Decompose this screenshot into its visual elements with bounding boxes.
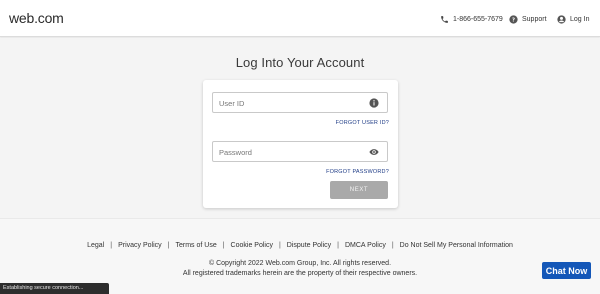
web-com-logo[interactable]: web.com: [9, 10, 64, 26]
footer-separator: |: [337, 242, 339, 249]
footer-link-terms-of-use[interactable]: Terms of Use: [175, 242, 216, 249]
svg-text:?: ?: [512, 17, 515, 23]
top-navigation-bar: web.com 1-866-655-7679 ? Support Log In: [0, 0, 600, 37]
login-section: Log Into Your Account FORGOT USER ID? FO…: [0, 38, 600, 218]
forgot-password-link[interactable]: FORGOT PASSWORD?: [326, 169, 389, 175]
footer-separator: |: [167, 242, 170, 249]
footer-separator: |: [110, 242, 113, 249]
footer-links: Legal | Privacy Policy | Terms of Use | …: [0, 242, 600, 249]
support-label: Support: [522, 15, 547, 23]
footer-link-privacy-policy[interactable]: Privacy Policy: [118, 242, 162, 249]
page-title: Log Into Your Account: [235, 55, 365, 70]
user-id-input[interactable]: [213, 94, 363, 113]
browser-status-bar: Establishing secure connection...: [0, 283, 109, 294]
phone-icon: [440, 15, 449, 24]
login-link[interactable]: Log In: [557, 12, 589, 26]
phone-link[interactable]: 1-866-655-7679: [440, 12, 503, 26]
eye-icon[interactable]: [369, 147, 379, 157]
next-button[interactable]: NEXT: [330, 181, 388, 199]
footer-link-dispute-policy[interactable]: Dispute Policy: [287, 242, 331, 249]
password-field[interactable]: [212, 141, 388, 162]
password-input[interactable]: [213, 143, 363, 162]
user-circle-icon: [557, 14, 566, 24]
footer-separator: |: [391, 242, 394, 249]
support-link[interactable]: ? Support: [509, 12, 547, 26]
trademarks-text: All registered trademarks herein are the…: [182, 270, 418, 277]
forgot-user-id-link[interactable]: FORGOT USER ID?: [336, 120, 389, 126]
copyright-text: © Copyright 2022 Web.com Group, Inc. All…: [208, 260, 392, 267]
footer-link-cookie-policy[interactable]: Cookie Policy: [231, 242, 273, 249]
phone-number: 1-866-655-7679: [453, 15, 503, 23]
footer-link-dmca-policy[interactable]: DMCA Policy: [345, 242, 386, 249]
login-label: Log In: [570, 15, 590, 23]
help-circle-icon: ?: [509, 14, 518, 24]
chat-now-button[interactable]: Chat Now: [542, 262, 591, 279]
footer-separator: |: [222, 242, 225, 249]
login-card: FORGOT USER ID? FORGOT PASSWORD? NEXT: [203, 80, 398, 208]
footer-link-do-not-sell[interactable]: Do Not Sell My Personal Information: [400, 242, 513, 249]
footer-separator: |: [278, 242, 281, 249]
info-icon[interactable]: [369, 98, 379, 108]
user-id-field[interactable]: [212, 92, 388, 113]
footer-link-legal[interactable]: Legal: [87, 242, 104, 249]
